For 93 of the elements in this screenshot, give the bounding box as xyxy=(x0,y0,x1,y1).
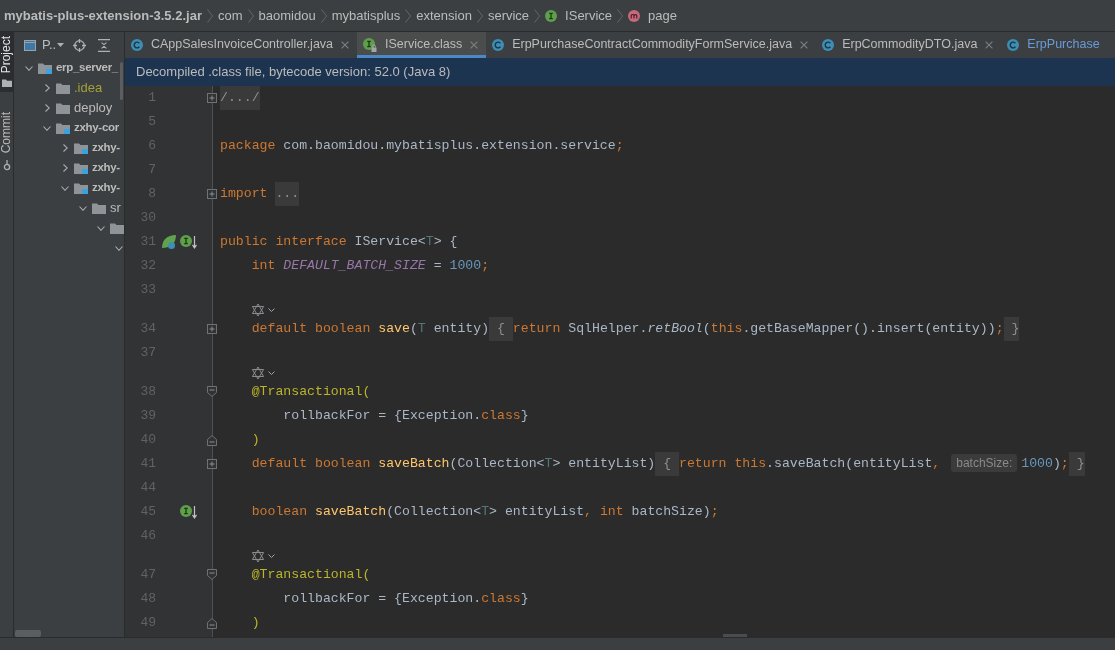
leaf-icon[interactable] xyxy=(161,234,177,250)
chevron-down-icon[interactable] xyxy=(268,370,275,375)
chevron-right-icon xyxy=(405,8,412,23)
circle-c-icon xyxy=(1007,38,1020,51)
breadcrumb[interactable]: service xyxy=(487,5,530,26)
folder-icon xyxy=(1,79,12,88)
module-folder-icon xyxy=(56,122,70,134)
folder-icon xyxy=(56,102,70,114)
circle-c-icon xyxy=(822,38,835,51)
hexagram-icon[interactable] xyxy=(251,365,265,380)
chevron-right-icon[interactable] xyxy=(44,84,50,92)
circle-i-icon xyxy=(545,9,558,22)
chevron-down-icon[interactable] xyxy=(43,125,51,131)
fold-plus-icon[interactable] xyxy=(207,93,217,103)
circle-i-down-arrow-icon[interactable] xyxy=(180,235,197,249)
chevron-right-icon xyxy=(206,8,213,23)
code-line: @Transactional( xyxy=(251,566,371,584)
circle-m-icon xyxy=(628,9,641,22)
circle-i-down-arrow-icon[interactable] xyxy=(180,505,197,519)
tree-item[interactable]: .idea xyxy=(74,78,103,98)
chevron-down-icon[interactable] xyxy=(268,553,275,558)
crosshair-icon[interactable] xyxy=(73,38,87,52)
chevron-right-icon[interactable] xyxy=(62,164,68,172)
folder-icon xyxy=(56,82,70,94)
chevron-right-icon xyxy=(617,8,624,23)
code-line: rollbackFor = {Exception.class} xyxy=(283,407,529,425)
close-icon[interactable] xyxy=(341,40,350,49)
circle-i-lock-icon xyxy=(363,37,378,52)
commit-icon xyxy=(2,159,11,171)
tree-item[interactable]: deploy xyxy=(74,98,113,118)
code-line: int DEFAULT_BATCH_SIZE = 1000; xyxy=(251,257,490,275)
circle-c-icon xyxy=(492,38,505,51)
breadcrumb[interactable]: mybatis-plus-extension-3.5.2.jar xyxy=(4,5,202,26)
chevron-right-icon[interactable] xyxy=(62,144,68,152)
code-line: import ... xyxy=(220,182,300,206)
tree-item[interactable]: zxhy- xyxy=(92,159,120,177)
editor-tab[interactable]: IService.class xyxy=(357,32,487,58)
folder-icon xyxy=(92,202,106,214)
close-icon[interactable] xyxy=(800,40,809,49)
dropdown-icon xyxy=(57,43,65,47)
code-line: public interface IService<T> { xyxy=(220,233,458,251)
chevron-right-icon xyxy=(476,8,483,23)
code-line: ) xyxy=(251,614,260,632)
code-line: boolean saveBatch(Collection<T> entityList, int batchSize); xyxy=(251,503,719,521)
circle-c-icon xyxy=(131,38,143,51)
close-icon[interactable] xyxy=(470,40,479,49)
chevron-right-icon xyxy=(320,8,327,23)
fold-minus-icon[interactable] xyxy=(207,618,217,629)
collapse-all-icon[interactable] xyxy=(98,38,111,52)
folder-icon xyxy=(110,222,124,234)
info-banner: Decompiled .class file, bytecode version: 52.0 (Java 8) xyxy=(125,58,1115,86)
breadcrumb[interactable]: extension xyxy=(416,5,472,26)
code-line: ) xyxy=(251,431,260,449)
code-line: rollbackFor = {Exception.class} xyxy=(283,590,529,608)
breadcrumb[interactable]: com xyxy=(217,5,243,26)
tree-item[interactable]: zxhy- xyxy=(92,179,120,197)
code-line: @Transactional( xyxy=(251,383,371,401)
fold-plus-icon[interactable] xyxy=(207,324,217,334)
breadcrumb[interactable]: mybatisplus xyxy=(331,5,401,26)
view-selector[interactable]: P.. xyxy=(42,35,65,55)
fold-plus-icon[interactable] xyxy=(207,459,217,469)
hexagram-icon[interactable] xyxy=(251,302,265,317)
fold-minus-icon[interactable] xyxy=(207,435,217,446)
chevron-down-icon[interactable] xyxy=(25,65,33,71)
module-folder-icon xyxy=(74,162,88,174)
hexagram-icon[interactable] xyxy=(251,548,265,563)
tree-item[interactable]: sr xyxy=(110,198,121,218)
module-folder-icon xyxy=(38,62,52,74)
code-line: default boolean saveBatch(Collection<T> entityList) { return this.saveBatch(entityList, batchSize: 1000); } xyxy=(251,452,1085,476)
chevron-down-icon[interactable] xyxy=(268,307,275,312)
breadcrumb[interactable]: IService xyxy=(545,5,613,26)
fold-plus-icon[interactable] xyxy=(207,189,217,199)
close-icon[interactable] xyxy=(985,40,994,49)
chevron-down-icon[interactable] xyxy=(61,185,69,191)
code-line: default boolean save(T entity) { return SqlHelper.retBool(this.getBaseMapper().insert(entity)); } xyxy=(251,317,1020,341)
code-line: package com.baomidou.mybatisplus.extension.service; xyxy=(220,137,624,155)
tree-item[interactable]: zxhy-cor xyxy=(74,119,119,137)
module-folder-icon xyxy=(74,142,88,154)
chevron-down-icon[interactable] xyxy=(79,205,87,211)
window-icon[interactable] xyxy=(24,39,36,51)
scrollbar-thumb[interactable] xyxy=(15,630,41,637)
breadcrumb[interactable]: baomidou xyxy=(258,5,316,26)
chevron-down-icon[interactable] xyxy=(97,225,105,231)
module-folder-icon xyxy=(74,182,88,194)
breadcrumb[interactable]: page xyxy=(628,5,677,26)
chevron-right-icon[interactable] xyxy=(44,104,50,112)
tree-item[interactable]: erp_server_ xyxy=(56,59,118,77)
tree-item[interactable]: zxhy- xyxy=(92,139,120,157)
chevron-down-icon[interactable] xyxy=(115,245,123,251)
chevron-right-icon xyxy=(247,8,254,23)
chevron-right-icon xyxy=(534,8,541,23)
fold-minus-icon[interactable] xyxy=(207,569,217,580)
fold-minus-icon[interactable] xyxy=(207,386,217,397)
